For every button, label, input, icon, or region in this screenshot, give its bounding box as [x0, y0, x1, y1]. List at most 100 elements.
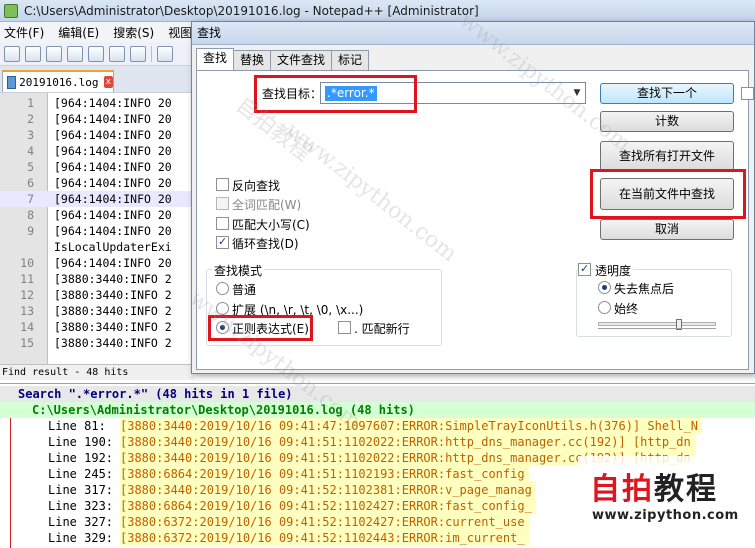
- match-case-label: 匹配大小写(C): [232, 218, 310, 232]
- code-line[interactable]: 6 [964:1404:INFO 20: [0, 175, 195, 191]
- match-case-checkbox[interactable]: [216, 217, 229, 230]
- line-number: 8: [27, 208, 34, 222]
- find-dialog: 查找 查找 替换 文件查找 标记 查找目标： .*error.* ▼ 查找下一个…: [191, 21, 755, 374]
- line-text: [3880:3440:INFO 2: [54, 320, 172, 334]
- extra-checkbox[interactable]: [741, 87, 754, 100]
- title-bar: C:\Users\Administrator\Desktop\20191016.…: [0, 0, 755, 22]
- line-text: [3880:3440:INFO 2: [54, 336, 172, 350]
- menu-file[interactable]: 文件(F): [4, 24, 44, 41]
- notepadpp-icon: [4, 3, 18, 18]
- search-summary-line[interactable]: Search ".*error.*" (48 hits in 1 file): [0, 386, 755, 402]
- line-text: [964:1404:INFO 20: [54, 208, 172, 222]
- logo-red-text: 自拍: [590, 472, 654, 507]
- brand-logo: 自拍教程 www.zipython.com: [578, 456, 755, 534]
- cut-icon[interactable]: [157, 45, 173, 62]
- close-file-icon[interactable]: [88, 45, 104, 62]
- result-hit-row[interactable]: Line 81: [3880:3440:2019/10/16 09:41:47:1…: [0, 418, 755, 434]
- tab-find[interactable]: 查找: [196, 48, 235, 70]
- code-line[interactable]: 9 [964:1404:INFO 20: [0, 223, 195, 239]
- highlight-find-all-current: [590, 169, 746, 219]
- code-line[interactable]: 2 [964:1404:INFO 20: [0, 111, 195, 127]
- print-icon[interactable]: [130, 45, 146, 62]
- save-all-icon[interactable]: [67, 45, 83, 62]
- cancel-button[interactable]: 取消: [600, 219, 734, 240]
- hit-line-number: Line 329:: [48, 531, 114, 545]
- dialog-title: 查找: [192, 22, 754, 45]
- tab-replace[interactable]: 替换: [233, 50, 272, 70]
- line-text: [964:1404:INFO 20: [54, 96, 172, 110]
- hit-text: [3880:6864:2019/10/16 09:41:51:1102193:E…: [120, 466, 529, 482]
- search-summary-text: Search ".*error.*" (48 hits in 1 file): [18, 387, 293, 401]
- dot-newline-label: . 匹配新行: [354, 322, 410, 336]
- backward-checkbox[interactable]: [216, 178, 229, 191]
- highlight-regex-mode: [208, 315, 313, 341]
- count-button[interactable]: 计数: [600, 111, 734, 132]
- save-icon[interactable]: [46, 45, 62, 62]
- close-tab-icon[interactable]: x: [103, 76, 113, 88]
- tab-find-in-files[interactable]: 文件查找: [270, 50, 333, 70]
- hit-text: [3880:6864:2019/10/16 09:41:52:1102427:E…: [120, 498, 536, 514]
- hit-line-number: Line 317:: [48, 483, 114, 497]
- editor-pane[interactable]: 1 [964:1404:INFO 20 2 [964:1404:INFO 20 3 [96…: [0, 92, 195, 364]
- close-all-icon[interactable]: [109, 45, 125, 62]
- line-number: 2: [27, 112, 34, 126]
- line-text: [964:1404:INFO 20: [54, 144, 172, 158]
- transparency-slider-track[interactable]: [598, 322, 716, 326]
- window-title: C:\Users\Administrator\Desktop\20191016.…: [24, 3, 479, 18]
- line-number: 9: [27, 224, 34, 238]
- line-number: 5: [27, 160, 34, 174]
- code-line[interactable]: 12 [3880:3440:INFO 2: [0, 287, 195, 303]
- toolbar-separator: [151, 45, 152, 62]
- menu-search[interactable]: 搜索(S): [113, 24, 154, 41]
- hit-line-number: Line 327:: [48, 515, 114, 529]
- find-all-open-files-button[interactable]: 查找所有打开文件: [600, 141, 734, 171]
- line-text: [964:1404:INFO 20: [54, 224, 172, 238]
- hit-line-number: Line 81:: [48, 419, 106, 433]
- dialog-tabs: 查找 替换 文件查找 标记: [196, 48, 370, 70]
- transparency-checkbox[interactable]: [578, 262, 591, 276]
- mode-normal-radio[interactable]: [216, 282, 229, 295]
- code-line[interactable]: 4 [964:1404:INFO 20: [0, 143, 195, 159]
- line-number: 7: [27, 192, 34, 206]
- line-number: 12: [20, 288, 34, 302]
- tab-mark[interactable]: 标记: [331, 50, 370, 70]
- open-file-icon[interactable]: [25, 45, 41, 62]
- chevron-down-icon[interactable]: ▼: [571, 87, 583, 100]
- menu-view[interactable]: 视图: [168, 24, 192, 41]
- menu-edit[interactable]: 编辑(E): [58, 24, 99, 41]
- code-line[interactable]: 13 [3880:3440:INFO 2: [0, 303, 195, 319]
- code-line[interactable]: 1 [964:1404:INFO 20: [0, 95, 195, 111]
- code-line[interactable]: 11 [3880:3440:INFO 2: [0, 271, 195, 287]
- logo-dark-text: 教程: [654, 472, 718, 507]
- line-text: [964:1404:INFO 20: [54, 160, 172, 174]
- code-line[interactable]: 15 [3880:3440:INFO 2: [0, 335, 195, 351]
- tab-20191016-log[interactable]: 20191016.log x: [2, 70, 114, 92]
- code-line[interactable]: 8 [964:1404:INFO 20: [0, 207, 195, 223]
- code-line[interactable]: 5 [964:1404:INFO 20: [0, 159, 195, 175]
- new-file-icon[interactable]: [4, 45, 20, 62]
- tab-label: 20191016.log: [19, 75, 99, 89]
- code-line[interactable]: 10 [964:1404:INFO 20: [0, 255, 195, 271]
- line-text: [964:1404:INFO 20: [54, 256, 172, 270]
- always-radio[interactable]: [598, 301, 611, 314]
- code-line[interactable]: 14 [3880:3440:INFO 2: [0, 319, 195, 335]
- slider-ticks: [598, 328, 716, 332]
- whole-word-checkbox[interactable]: [216, 197, 229, 210]
- wrap-around-checkbox[interactable]: [216, 235, 229, 249]
- logo-title: 自拍教程: [590, 464, 718, 508]
- lose-focus-radio[interactable]: [598, 281, 611, 294]
- file-summary-line[interactable]: C:\Users\Administrator\Desktop\20191016.…: [0, 402, 755, 418]
- code-line[interactable]: 7 [964:1404:INFO 20: [0, 191, 195, 207]
- code-line[interactable]: 3 [964:1404:INFO 20: [0, 127, 195, 143]
- find-next-button[interactable]: 查找下一个: [600, 83, 734, 104]
- line-text: [964:1404:INFO 20: [54, 192, 172, 206]
- line-number: 3: [27, 128, 34, 142]
- hit-line-number: Line 192:: [48, 451, 114, 465]
- mode-extended-radio[interactable]: [216, 302, 229, 315]
- result-hit-row[interactable]: Line 190: [3880:3440:2019/10/16 09:41:51:…: [0, 434, 755, 450]
- code-line[interactable]: IsLocalUpdaterExi: [0, 239, 195, 255]
- line-text: [3880:3440:INFO 2: [54, 304, 172, 318]
- transparency-title: 透明度: [593, 262, 634, 279]
- dot-newline-checkbox[interactable]: [338, 321, 351, 334]
- search-mode-title: 查找模式: [212, 262, 265, 279]
